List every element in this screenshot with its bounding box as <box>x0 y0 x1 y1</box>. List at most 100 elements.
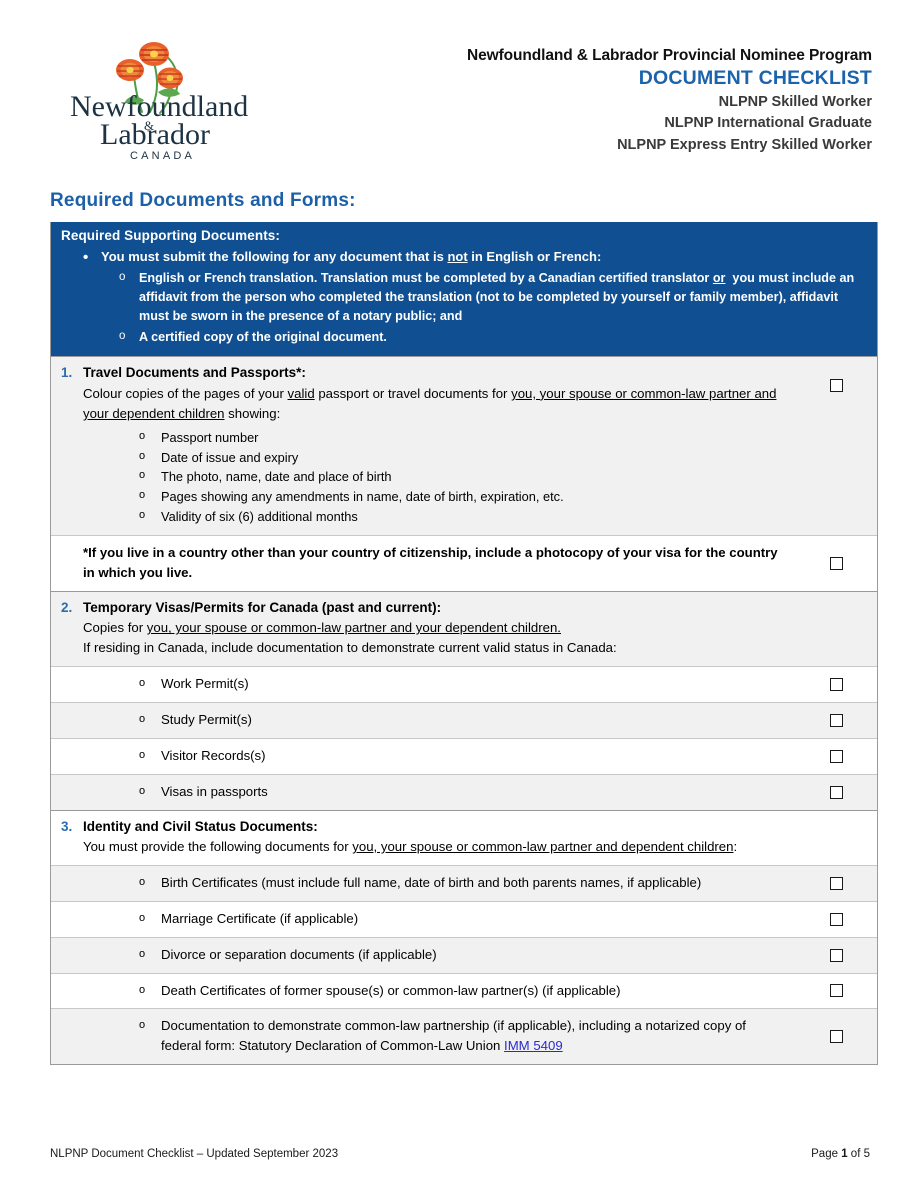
section-1-body: Colour copies of the pages of your valid… <box>83 385 777 422</box>
logo-wordmark-labrador: Labrador <box>100 118 210 151</box>
section-3-content: 3. Identity and Civil Status Documents: … <box>51 811 795 866</box>
blue-box-subitem-1: English or French translation. Translati… <box>61 269 867 326</box>
section-1-sub-item: Pages showing any amendments in name, da… <box>61 487 789 507</box>
visa-note-text: *If you live in a country other than you… <box>83 544 778 580</box>
checklist-item-row: Divorce or separation documents (if appl… <box>51 936 877 973</box>
section-2-blank-cell <box>795 592 877 667</box>
pitcher-plant-flower <box>157 67 183 89</box>
visa-note-content: *If you live in a country other than you… <box>51 536 795 591</box>
checklist-item-row: Marriage Certificate (if applicable) <box>51 900 877 937</box>
blue-box-bullet: You must submit the following for any do… <box>61 247 867 269</box>
header-title-block: Newfoundland & Labrador Provincial Nomin… <box>344 28 874 155</box>
item-bullet-row: Divorce or separation documents (if appl… <box>61 945 789 965</box>
checkbox[interactable] <box>829 749 843 763</box>
imm-5409-link[interactable]: IMM 5409 <box>504 1038 563 1053</box>
pitcher-plant-flower <box>139 42 169 66</box>
section-2-title-text: Temporary Visas/Permits for Canada (past… <box>83 599 442 615</box>
footer-page-pre: Page <box>811 1148 842 1160</box>
page-section-heading: Required Documents and Forms: <box>50 190 356 211</box>
checklist-item-row: Visitor Records(s) <box>51 737 877 774</box>
visa-note-checkbox-cell[interactable] <box>795 536 877 591</box>
section-3-underline-family: you, your spouse or common-law partner a… <box>352 839 734 855</box>
visa-note-row: *If you live in a country other than you… <box>51 534 877 591</box>
item-checkbox-cell[interactable] <box>795 974 877 1009</box>
checklist-table: Required Supporting Documents: You must … <box>50 222 878 1065</box>
item-bullet-row: Visas in passports <box>61 782 789 802</box>
section-1-sub-list: Passport number Date of issue and expiry… <box>61 428 789 527</box>
item-label: Study Permit(s) <box>161 712 252 728</box>
section-3-title: 3. Identity and Civil Status Documents: <box>61 818 789 836</box>
item-content: Divorce or separation documents (if appl… <box>51 938 795 973</box>
section-1-row: 1. Travel Documents and Passports*: Colo… <box>51 356 877 535</box>
item-label: Death Certificates of former spouse(s) o… <box>161 982 621 998</box>
item-checkbox-cell[interactable] <box>795 667 877 702</box>
section-2-title: 2. Temporary Visas/Permits for Canada (p… <box>61 599 789 617</box>
item-bullet-row: Work Permit(s) <box>61 674 789 694</box>
checkbox[interactable] <box>829 785 843 799</box>
item-content: Visas in passports <box>51 775 795 810</box>
stream-1: NLPNP Skilled Worker <box>718 93 872 110</box>
section-1-checkbox-cell[interactable] <box>795 357 877 534</box>
checkbox[interactable] <box>829 877 843 891</box>
item-content: Work Permit(s) <box>51 667 795 702</box>
item-checkbox-cell[interactable] <box>795 938 877 973</box>
checkbox[interactable] <box>829 1030 843 1044</box>
checkbox[interactable] <box>829 948 843 962</box>
logo-wordmark-canada: CANADA <box>130 150 195 162</box>
blue-box-list: You must submit the following for any do… <box>61 247 867 347</box>
item-content: Death Certificates of former spouse(s) o… <box>51 974 795 1009</box>
item-bullet-row: Birth Certificates (must include full na… <box>61 873 789 893</box>
item-label: Documentation to demonstrate common-law … <box>139 1016 789 1056</box>
section-2-row: 2. Temporary Visas/Permits for Canada (p… <box>51 590 877 667</box>
item-label: Visas in passports <box>161 783 268 799</box>
section-2-line-1: Copies for you, your spouse or common-la… <box>83 620 561 636</box>
checkbox[interactable] <box>829 984 843 998</box>
item-checkbox-cell[interactable] <box>795 902 877 937</box>
section-3-row: 3. Identity and Civil Status Documents: … <box>51 809 877 866</box>
checkbox[interactable] <box>829 714 843 728</box>
page-footer: NLPNP Document Checklist – Updated Septe… <box>44 1148 874 1160</box>
nl-government-logo: Newfoundland & Labrador CANADA <box>44 28 344 164</box>
checklist-item-row: Study Permit(s) <box>51 702 877 738</box>
section-3-body: You must provide the following documents… <box>83 839 738 855</box>
checklist-item-row: Death Certificates of former spouse(s) o… <box>51 972 877 1009</box>
checklist-item-row: Documentation to demonstrate common-law … <box>51 1008 877 1064</box>
item-label: Birth Certificates (must include full na… <box>161 875 702 891</box>
stream-2: NLPNP International Graduate <box>664 115 872 132</box>
item-checkbox-cell[interactable] <box>795 775 877 810</box>
pitcher-plant-flower <box>116 59 144 81</box>
item-content: Birth Certificates (must include full na… <box>51 866 795 901</box>
checkbox[interactable] <box>829 556 843 570</box>
checkbox[interactable] <box>829 379 843 393</box>
item-label: Marriage Certificate (if applicable) <box>161 910 359 926</box>
item-checkbox-cell[interactable] <box>795 1009 877 1064</box>
item-label: Work Permit(s) <box>161 676 249 692</box>
blue-box-title: Required Supporting Documents: <box>61 228 280 243</box>
document-page: Newfoundland & Labrador CANADA Newfoundl… <box>0 0 918 1188</box>
item-bullet-row: Study Permit(s) <box>61 710 789 730</box>
item-bullet-row: Documentation to demonstrate common-law … <box>61 1016 789 1056</box>
program-title: Newfoundland & Labrador Provincial Nomin… <box>467 47 872 64</box>
checkbox[interactable] <box>829 678 843 692</box>
item-checkbox-cell[interactable] <box>795 703 877 738</box>
footer-page-post: of 5 <box>847 1148 870 1160</box>
item-content: Study Permit(s) <box>51 703 795 738</box>
section-3-title-text: Identity and Civil Status Documents: <box>83 818 318 834</box>
document-header: Newfoundland & Labrador CANADA Newfoundl… <box>44 28 874 174</box>
item-checkbox-cell[interactable] <box>795 739 877 774</box>
checklist-item-row: Visas in passports <box>51 773 877 810</box>
section-2-line-2: If residing in Canada, include documenta… <box>83 640 617 656</box>
section-3-number: 3. <box>61 818 73 834</box>
section-3-blank-cell <box>795 811 877 866</box>
required-supporting-documents-block: Required Supporting Documents: You must … <box>51 222 877 357</box>
stream-3: NLPNP Express Entry Skilled Worker <box>617 136 872 153</box>
item-checkbox-cell[interactable] <box>795 866 877 901</box>
blue-box-subitem-2: A certified copy of the original documen… <box>61 328 867 347</box>
footer-page-number: Page 1 of 5 <box>811 1148 870 1160</box>
footer-left-text: NLPNP Document Checklist – Updated Septe… <box>50 1148 339 1160</box>
section-1-sub-item: Date of issue and expiry <box>61 448 789 468</box>
section-2-content: 2. Temporary Visas/Permits for Canada (p… <box>51 592 795 667</box>
section-1-underline-family: you, your spouse or common-law partner a… <box>83 385 777 422</box>
blue-box-bullet-underline: not <box>447 249 468 264</box>
checkbox[interactable] <box>829 912 843 926</box>
